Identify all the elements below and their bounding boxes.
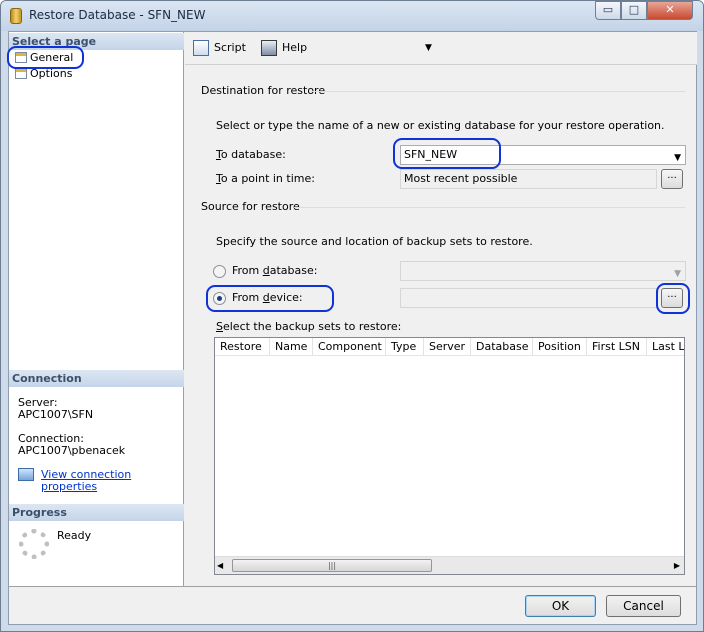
from-database-combo: ▼	[400, 261, 686, 281]
scroll-right-icon[interactable]: ▶	[674, 561, 680, 570]
destination-instruction: Select or type the name of a new or exis…	[216, 119, 665, 132]
column-header-name[interactable]: Name	[270, 338, 313, 356]
source-instruction: Specify the source and location of backu…	[216, 235, 533, 248]
left-panel: Select a page General Options Connection…	[7, 32, 184, 586]
highlight-browse-device	[656, 283, 690, 314]
ok-button[interactable]: OK	[525, 595, 596, 617]
backup-sets-grid[interactable]: Restore Name Component Type Server Datab…	[214, 337, 685, 575]
from-database-label: From database:	[232, 264, 318, 277]
point-in-time-browse-button[interactable]: ...	[661, 169, 683, 189]
connection-header: Connection	[9, 370, 184, 387]
point-in-time-label: To a point in time:	[216, 172, 315, 185]
destination-group-label: Destination for restore	[201, 84, 326, 97]
progress-status: Ready	[57, 529, 92, 542]
minimize-button[interactable]: ▭	[595, 1, 621, 20]
chevron-down-icon[interactable]: ▼	[674, 149, 681, 167]
column-header-type[interactable]: Type	[386, 338, 424, 356]
highlight-general	[7, 46, 84, 69]
progress-spinner-icon	[19, 529, 49, 559]
script-button[interactable]: Script	[193, 39, 246, 57]
grid-header: Restore Name Component Type Server Datab…	[215, 338, 684, 356]
point-in-time-field: Most recent possible	[400, 169, 657, 189]
cancel-button[interactable]: Cancel	[606, 595, 681, 617]
chevron-down-icon: ▼	[674, 269, 681, 279]
from-device-field	[400, 288, 657, 308]
source-group-label: Source for restore	[201, 200, 300, 213]
page-icon	[15, 68, 27, 79]
title-bar[interactable]: Restore Database - SFN_NEW ▭ □ ✕	[1, 1, 703, 31]
progress-header: Progress	[9, 504, 184, 521]
from-database-radio[interactable]	[213, 265, 226, 278]
column-header-restore[interactable]: Restore	[215, 338, 270, 356]
close-button[interactable]: ✕	[647, 1, 693, 20]
column-header-last-lsn[interactable]: Last LSN	[647, 338, 684, 356]
view-connection-properties-link[interactable]: View connection properties	[18, 468, 183, 493]
restore-database-window: Restore Database - SFN_NEW ▭ □ ✕ Select …	[0, 0, 704, 632]
divider	[309, 91, 685, 92]
connection-value: APC1007\pbenacek	[18, 444, 126, 457]
help-icon	[261, 40, 277, 56]
script-dropdown-icon[interactable]: ▼	[425, 41, 432, 55]
scroll-left-icon[interactable]: ◀	[217, 561, 223, 570]
help-button[interactable]: Help	[261, 39, 307, 57]
highlight-to-database	[393, 138, 501, 169]
button-bar: OK Cancel	[9, 586, 696, 624]
maximize-button[interactable]: □	[621, 1, 647, 20]
link-label: View connection properties	[41, 468, 132, 493]
connection-properties-icon	[18, 468, 34, 481]
dialog-client: Select a page General Options Connection…	[7, 31, 697, 625]
toolbar: Script ▼ Help	[185, 32, 697, 65]
server-value: APC1007\SFN	[18, 408, 94, 421]
column-header-server[interactable]: Server	[424, 338, 471, 356]
divider	[294, 207, 685, 208]
column-header-component[interactable]: Component	[313, 338, 386, 356]
scroll-thumb[interactable]: |||	[232, 559, 432, 572]
backup-sets-label: Select the backup sets to restore:	[216, 320, 402, 333]
to-database-label: To database:	[216, 148, 286, 161]
database-icon	[10, 8, 22, 24]
window-title: Restore Database - SFN_NEW	[29, 8, 206, 22]
help-label: Help	[282, 41, 308, 54]
script-label: Script	[214, 41, 246, 54]
column-header-first-lsn[interactable]: First LSN	[587, 338, 647, 356]
horizontal-scrollbar[interactable]: ◀ ||| ▶	[215, 556, 684, 574]
column-header-database[interactable]: Database	[471, 338, 533, 356]
column-header-position[interactable]: Position	[533, 338, 587, 356]
highlight-from-device	[206, 285, 334, 312]
script-icon	[193, 40, 209, 56]
